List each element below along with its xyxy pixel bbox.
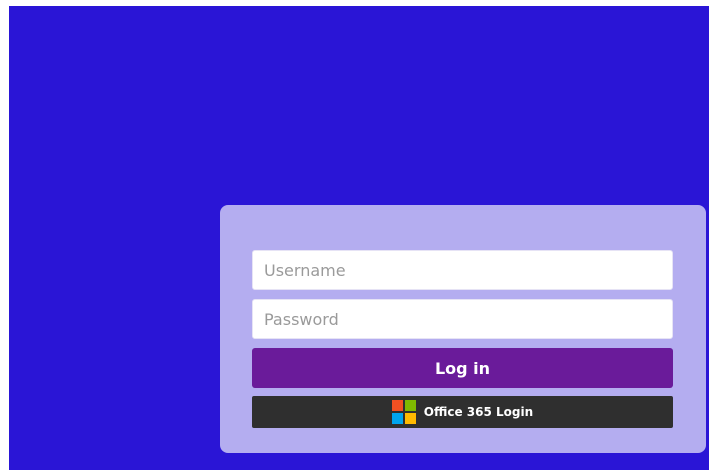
office365-login-label: Office 365 Login	[423, 405, 534, 419]
username-input[interactable]	[252, 250, 673, 290]
login-button[interactable]: Log in	[252, 348, 673, 388]
password-input[interactable]	[252, 299, 673, 339]
login-button-label: Log in	[434, 358, 491, 378]
microsoft-logo-icon	[391, 400, 416, 424]
office365-login-button[interactable]: Office 365 Login	[252, 396, 673, 428]
